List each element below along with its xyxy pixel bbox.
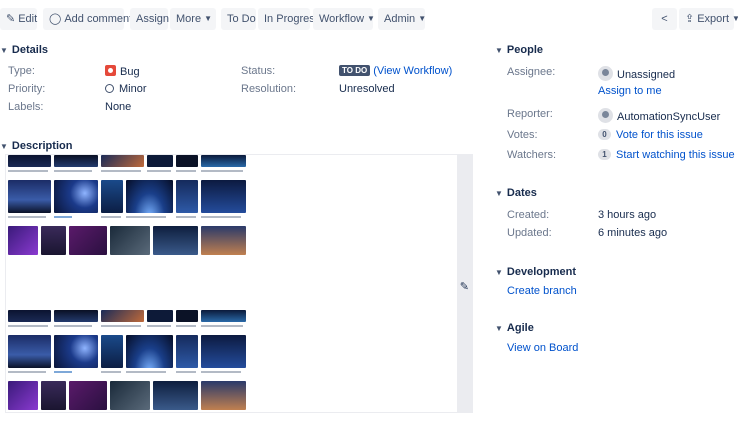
in-progress-button[interactable]: In Progress <box>258 8 320 30</box>
status-value: TO DO (View Workflow) <box>339 65 452 77</box>
description-edit-column[interactable]: ✎ <box>457 155 472 412</box>
admin-button[interactable]: Admin ▼ <box>378 8 427 30</box>
view-workflow-link[interactable]: (View Workflow) <box>373 65 452 77</box>
description-heading[interactable]: ▼ Description <box>0 140 72 152</box>
export-icon: ⇪ <box>685 13 695 25</box>
watchers-label: Watchers: <box>507 149 557 161</box>
updated-value: 6 minutes ago <box>598 227 668 239</box>
minor-priority-icon <box>105 84 114 93</box>
description-image <box>8 310 248 411</box>
watchers-count-badge: 1 <box>598 149 611 160</box>
share-icon: < <box>661 13 668 25</box>
speech-bubble-icon: ◯ <box>49 13 62 25</box>
created-label: Created: <box>507 209 550 221</box>
more-button[interactable]: More ▼ <box>170 8 216 30</box>
chevron-down-icon: ▼ <box>732 14 738 23</box>
share-button[interactable]: < <box>652 8 677 30</box>
watchers-value: 1 Start watching this issue <box>598 149 735 161</box>
pencil-icon[interactable]: ✎ <box>460 280 469 293</box>
people-heading[interactable]: ▼ People <box>495 44 543 56</box>
edit-button[interactable]: ✎ Edit <box>0 8 37 30</box>
vote-link[interactable]: Vote for this issue <box>616 129 703 141</box>
chevron-down-icon: ▼ <box>0 46 8 55</box>
issue-toolbar: ✎ Edit ◯ Add comment Assign More ▼ To Do In… <box>0 8 738 30</box>
type-value: Bug <box>105 65 140 78</box>
assign-to-me-link[interactable]: Assign to me <box>598 85 662 97</box>
avatar <box>598 66 613 81</box>
bug-icon <box>105 65 116 76</box>
reporter-value[interactable]: AutomationSyncUser <box>598 108 720 123</box>
type-label: Type: <box>8 65 35 77</box>
votes-value: 0 Vote for this issue <box>598 129 703 141</box>
resolution-label: Resolution: <box>241 83 297 95</box>
view-on-board-link[interactable]: View on Board <box>507 342 578 354</box>
priority-label: Priority: <box>8 83 46 95</box>
todo-button[interactable]: To Do <box>221 8 256 30</box>
assignee-value: Unassigned <box>598 66 675 81</box>
votes-label: Votes: <box>507 129 538 141</box>
chevron-down-icon: ▼ <box>495 189 503 198</box>
status-label: Status: <box>241 65 276 77</box>
chevron-down-icon: ▼ <box>495 324 503 333</box>
watch-link[interactable]: Start watching this issue <box>616 149 735 161</box>
chevron-down-icon: ▼ <box>495 46 503 55</box>
details-heading[interactable]: ▼ Details <box>0 44 48 56</box>
workflow-button[interactable]: Workflow ▼ <box>313 8 375 30</box>
create-branch-link[interactable]: Create branch <box>507 285 577 297</box>
development-heading[interactable]: ▼ Development <box>495 266 576 278</box>
chevron-down-icon: ▼ <box>0 142 8 151</box>
labels-label: Labels: <box>8 101 44 113</box>
chevron-down-icon: ▼ <box>367 14 375 23</box>
resolution-value: Unresolved <box>339 83 395 95</box>
status-badge: TO DO <box>339 65 371 76</box>
chevron-down-icon: ▼ <box>204 14 212 23</box>
created-value: 3 hours ago <box>598 209 657 221</box>
export-button[interactable]: ⇪ Export ▼ <box>679 8 738 30</box>
chevron-down-icon: ▼ <box>418 14 427 23</box>
votes-count-badge: 0 <box>598 129 611 140</box>
pencil-icon: ✎ <box>6 13 16 25</box>
description-panel[interactable]: ✎ <box>5 154 473 413</box>
assignee-label: Assignee: <box>507 66 556 78</box>
avatar <box>598 108 613 123</box>
reporter-label: Reporter: <box>507 108 553 120</box>
updated-label: Updated: <box>507 227 552 239</box>
description-image <box>8 155 248 256</box>
dates-heading[interactable]: ▼ Dates <box>495 187 537 199</box>
agile-heading[interactable]: ▼ Agile <box>495 322 534 334</box>
assign-button[interactable]: Assign <box>130 8 169 30</box>
chevron-down-icon: ▼ <box>495 268 503 277</box>
add-comment-button[interactable]: ◯ Add comment <box>43 8 132 30</box>
labels-value[interactable]: None <box>105 101 131 113</box>
priority-value: Minor <box>105 83 147 95</box>
